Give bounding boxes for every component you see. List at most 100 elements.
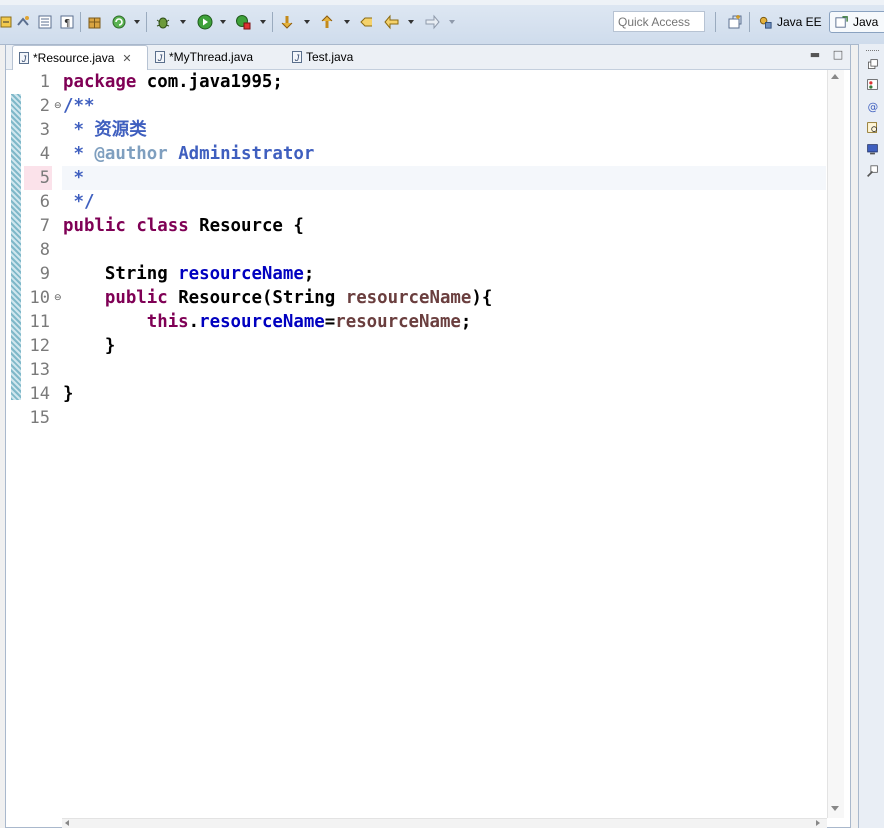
last-edit-location-icon[interactable]	[358, 13, 376, 31]
code-line[interactable]: }	[63, 382, 73, 406]
code-token: =	[324, 312, 336, 332]
code-line[interactable]: public Resource(String resourceName){	[63, 286, 492, 310]
progress-icon[interactable]	[866, 165, 879, 178]
previous-annotation-icon[interactable]	[318, 13, 336, 31]
svg-text:¶: ¶	[64, 18, 70, 29]
svg-text:@: @	[868, 102, 879, 113]
code-line[interactable]: this.resourceName=resourceName;	[63, 310, 472, 334]
code-token: resourceName	[345, 288, 472, 308]
perspective-java-ee-label: Java EE	[777, 15, 822, 29]
code-token: Resource {	[188, 216, 304, 236]
maximize-icon[interactable]: □	[832, 49, 844, 61]
tab-mythread-java[interactable]: J *MyThread.java	[149, 45, 279, 69]
chevron-down-icon[interactable]	[220, 20, 226, 24]
minimize-icon[interactable]: ▬	[809, 49, 821, 61]
right-trim-bar: @	[858, 44, 884, 828]
code-editor[interactable]: 1 2 3 4 5 6 7 8 9 10 11 12 13 14 15 ⊖ ⊖ package com.java…	[6, 70, 850, 828]
refresh-icon[interactable]	[110, 13, 128, 31]
code-line[interactable]: *	[63, 166, 84, 190]
code-token: }	[63, 384, 74, 404]
line-number: 8	[39, 240, 50, 260]
code-token: /**	[63, 96, 95, 116]
drag-handle[interactable]	[866, 50, 879, 55]
code-line[interactable]: package com.java1995;	[63, 70, 283, 94]
forward-arrow-icon[interactable]	[423, 13, 441, 31]
horizontal-scrollbar[interactable]	[62, 818, 827, 828]
scroll-left-icon[interactable]	[65, 820, 69, 826]
code-token: com.java1995;	[136, 72, 283, 92]
perspective-java-ee[interactable]: Java EE	[754, 11, 826, 33]
tab-label: *MyThread.java	[169, 50, 254, 64]
chevron-down-icon[interactable]	[344, 20, 350, 24]
close-icon[interactable]: ✕	[122, 52, 131, 65]
line-number: 12	[29, 336, 50, 356]
line-number: 9	[39, 264, 50, 284]
main-toolbar: ¶ Java EE	[0, 0, 884, 45]
code-token: resourceName	[199, 312, 325, 332]
chevron-down-icon[interactable]	[180, 20, 186, 24]
toolbar-separator	[749, 12, 750, 32]
line-number: 4	[39, 144, 50, 164]
code-token: }	[63, 336, 116, 356]
scroll-down-icon[interactable]	[831, 806, 839, 811]
code-line[interactable]: /**	[63, 94, 94, 118]
code-token: package	[63, 72, 137, 92]
tab-test-java[interactable]: J Test.java	[286, 45, 386, 69]
code-line[interactable]: */	[63, 190, 94, 214]
outline-icon[interactable]	[866, 78, 879, 91]
line-number: 5	[39, 168, 50, 188]
javadoc-icon[interactable]: @	[866, 100, 879, 113]
java-ee-perspective-icon	[759, 16, 772, 29]
run-icon[interactable]	[196, 13, 214, 31]
fold-collapse-icon[interactable]: ⊖	[54, 94, 62, 118]
next-annotation-icon[interactable]	[278, 13, 296, 31]
code-token: String	[63, 264, 179, 284]
line-number: 6	[39, 192, 50, 212]
console-icon[interactable]	[866, 143, 879, 156]
code-token: @author	[94, 144, 168, 164]
chevron-down-icon[interactable]	[408, 20, 414, 24]
show-whitespace-icon[interactable]: ¶	[58, 13, 76, 31]
mark-occurrences-icon[interactable]	[14, 13, 32, 31]
code-line[interactable]: public class Resource {	[63, 214, 304, 238]
tab-resource-java[interactable]: J *Resource.java ✕	[12, 45, 148, 70]
java-file-icon: J	[292, 51, 302, 63]
code-token: public	[63, 216, 126, 236]
chevron-down-icon[interactable]	[449, 20, 455, 24]
code-line[interactable]: }	[63, 334, 115, 358]
current-line-highlight	[62, 166, 826, 190]
line-number: 11	[29, 312, 50, 332]
code-line[interactable]: * 资源类	[63, 118, 147, 142]
quick-access-input[interactable]	[613, 11, 705, 32]
line-number: 10	[29, 288, 50, 308]
external-tools-icon[interactable]	[234, 13, 252, 31]
code-token: ;	[460, 312, 472, 332]
debug-icon[interactable]	[154, 13, 172, 31]
scroll-right-icon[interactable]	[816, 820, 820, 826]
tab-label: *Resource.java	[33, 51, 115, 65]
vertical-scrollbar[interactable]	[827, 70, 844, 818]
code-token: *	[63, 168, 84, 188]
new-package-icon[interactable]	[86, 13, 104, 31]
code-token: *	[63, 144, 95, 164]
scroll-up-icon[interactable]	[831, 74, 839, 79]
code-line[interactable]: String resourceName;	[63, 262, 314, 286]
tab-label: Test.java	[306, 50, 354, 64]
chevron-down-icon[interactable]	[260, 20, 266, 24]
perspective-java[interactable]: Java	[829, 11, 884, 33]
chevron-down-icon[interactable]	[134, 20, 140, 24]
line-number: 3	[39, 120, 50, 140]
block-selection-icon[interactable]	[36, 13, 54, 31]
code-line[interactable]: * @author Administrator	[63, 142, 314, 166]
open-perspective-icon[interactable]	[726, 13, 744, 31]
restore-icon[interactable]	[866, 58, 879, 71]
code-token: * 资源类	[63, 120, 147, 140]
line-number: 15	[29, 408, 50, 428]
declaration-icon[interactable]	[866, 121, 879, 134]
code-token: resourceName	[178, 264, 304, 284]
back-arrow-icon[interactable]	[383, 13, 401, 31]
chevron-down-icon[interactable]	[304, 20, 310, 24]
fold-collapse-icon[interactable]: ⊖	[54, 286, 62, 310]
